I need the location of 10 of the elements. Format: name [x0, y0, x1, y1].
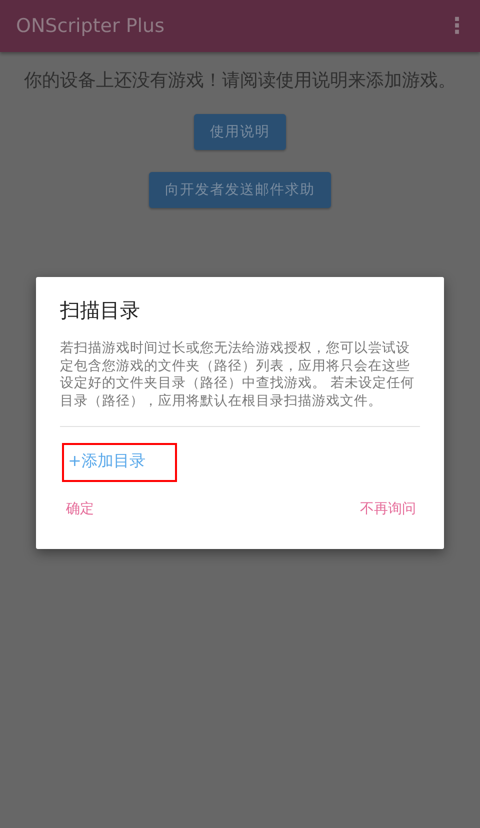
dont-ask-again-button[interactable]: 不再询问: [360, 500, 416, 518]
add-directory-link[interactable]: +添加目录: [68, 451, 146, 472]
email-developer-button[interactable]: 向开发者发送邮件求助: [149, 172, 331, 208]
empty-message: 你的设备上还没有游戏！请阅读使用说明来添加游戏。: [24, 69, 456, 92]
instructions-button[interactable]: 使用说明: [194, 114, 286, 150]
menu-icon[interactable]: ⋮: [446, 14, 468, 38]
dialog-title: 扫描目录: [60, 297, 141, 324]
confirm-button[interactable]: 确定: [66, 500, 94, 518]
app-title: ONScripter Plus: [16, 15, 164, 37]
dialog-message: 若扫描游戏时间过长或您无法给游戏授权，您可以尝试设定包含您游戏的文件夹（路径）列表，应用将只会在这些设定好的文件夹目录（路径）中查找游戏。 若未设定任何目录（路径），应用将默认在根目录扫描游戏文件。: [60, 340, 416, 410]
